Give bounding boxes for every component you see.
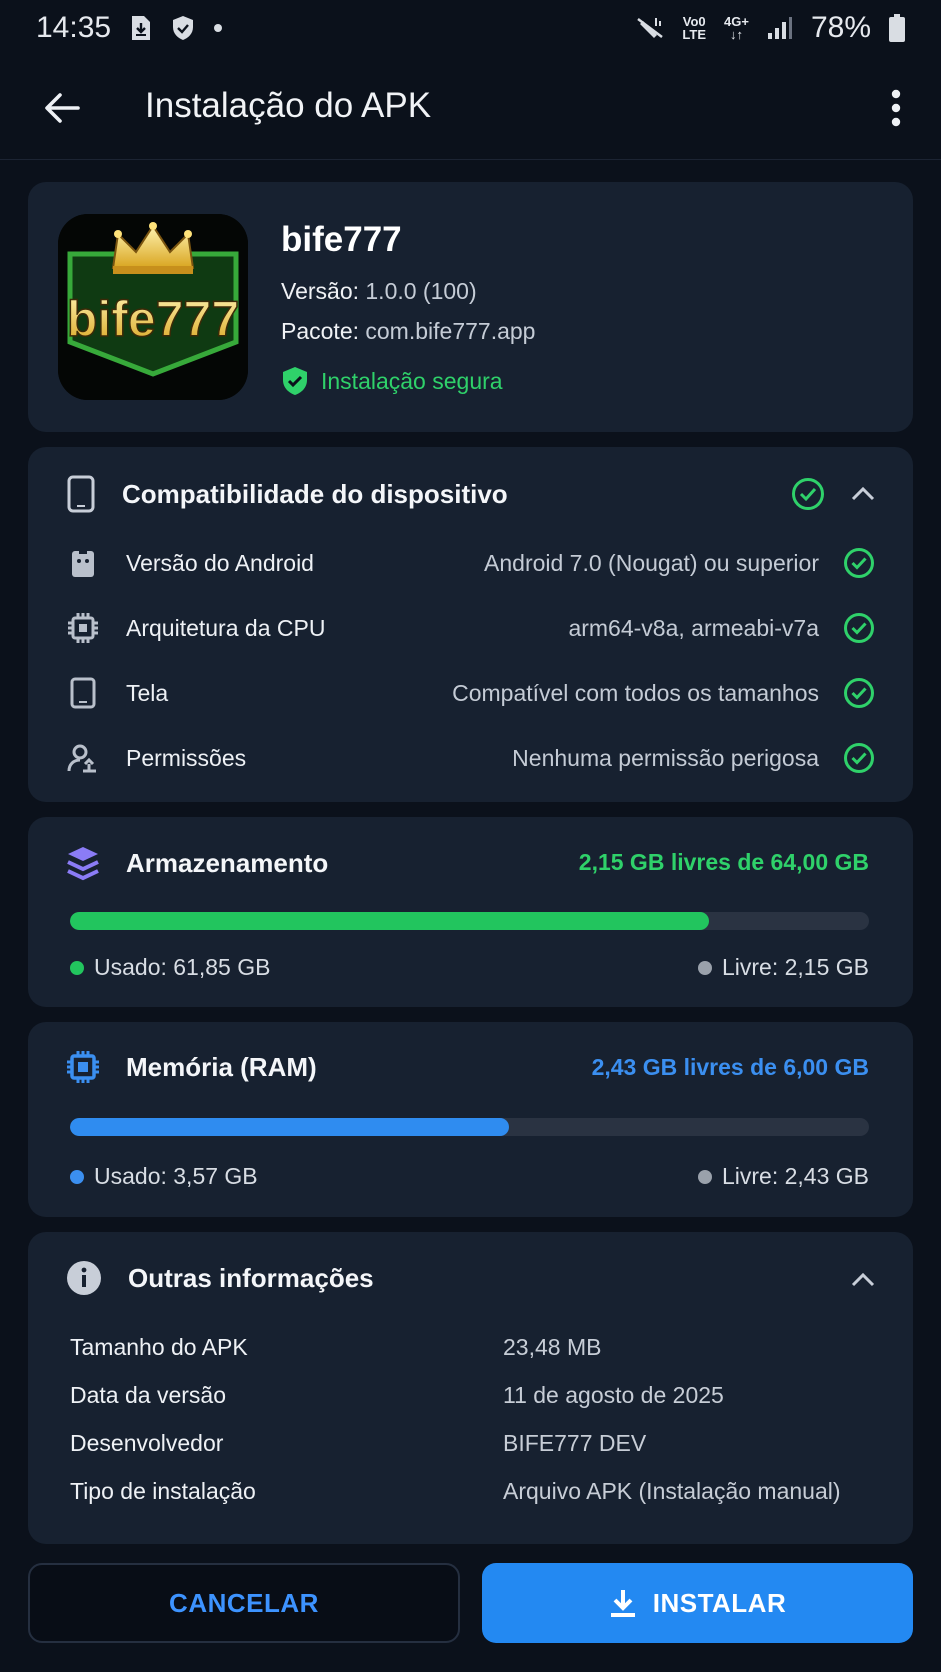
back-button[interactable]	[40, 86, 84, 130]
svg-text:bife777: bife777	[67, 291, 239, 347]
tablet-icon	[70, 677, 96, 709]
other-info-card: Outras informações Tamanho do APK 23,48 …	[28, 1232, 913, 1544]
check-circle-icon	[844, 743, 874, 773]
app-package: Pacote: com.bife777.app	[281, 318, 536, 344]
check-circle-icon	[844, 678, 874, 708]
memory-header: Memória (RAM)	[66, 1050, 317, 1084]
memory-used-legend: Usado: 3,57 GB	[70, 1163, 258, 1190]
info-icon	[67, 1261, 101, 1295]
memory-progress-bar	[70, 1118, 869, 1136]
storage-header: Armazenamento	[66, 845, 328, 881]
free-dot	[697, 1169, 712, 1184]
info-row-developer: Desenvolvedor BIFE777 DEV	[70, 1430, 647, 1456]
memory-progress-fill	[70, 1118, 510, 1136]
overflow-menu-button[interactable]	[881, 84, 911, 132]
status-bar: 14:35 Vo0 LTE 4G+ ↓↑ 78%	[0, 0, 941, 56]
memory-card: Memória (RAM) 2,43 GB livres de 6,00 GB …	[28, 1022, 913, 1217]
cpu-icon	[68, 613, 98, 643]
memory-summary: 2,43 GB livres de 6,00 GB	[591, 1054, 869, 1080]
clock: 14:35	[36, 11, 112, 44]
android-icon	[72, 548, 94, 577]
used-dot	[70, 1169, 84, 1184]
storage-progress-bar	[70, 912, 869, 930]
shield-notification-icon	[171, 15, 195, 41]
page-title: Instalação do APK	[145, 86, 432, 125]
chevron-up-icon[interactable]	[851, 487, 875, 501]
arrow-left-icon	[45, 93, 80, 123]
network-type-indicator: 4G+ ↓↑	[724, 14, 749, 42]
more-vertical-icon	[891, 89, 901, 127]
permission-icon	[67, 744, 96, 773]
phone-icon	[67, 475, 95, 513]
compat-row-permissions: Permissões Nenhuma permissão perigosa	[66, 738, 875, 778]
compatibility-card: Compatibilidade do dispositivo Versão do…	[28, 447, 913, 802]
used-dot	[70, 960, 84, 975]
info-row-release-date: Data da versão 11 de agosto de 2025	[70, 1382, 724, 1408]
info-row-install-type: Tipo de instalação Arquivo APK (Instalaç…	[70, 1478, 841, 1504]
app-bar: Instalação do APK	[0, 56, 941, 160]
storage-summary: 2,15 GB livres de 64,00 GB	[578, 849, 869, 875]
download-icon	[610, 1590, 635, 1617]
volte-indicator: Vo0 LTE	[682, 14, 707, 42]
check-circle-icon	[844, 613, 874, 643]
storage-free-legend: Livre: 2,15 GB	[697, 954, 869, 981]
check-circle-icon	[844, 548, 874, 578]
memory-free-legend: Livre: 2,43 GB	[697, 1163, 869, 1190]
storage-card: Armazenamento 2,15 GB livres de 64,00 GB…	[28, 817, 913, 1007]
check-circle-icon	[792, 478, 824, 510]
battery-percent: 78%	[810, 11, 871, 44]
mute-vibrate-icon	[636, 15, 664, 41]
compatibility-header[interactable]: Compatibilidade do dispositivo	[66, 475, 875, 513]
app-version: Versão: 1.0.0 (100)	[281, 278, 477, 304]
free-dot	[697, 960, 712, 975]
secure-install-badge: Instalação segura	[281, 366, 503, 396]
other-info-header[interactable]: Outras informações	[66, 1260, 875, 1296]
database-stack-icon	[67, 847, 99, 881]
memory-chip-icon	[67, 1051, 99, 1083]
app-logo: bife777	[58, 214, 248, 400]
info-row-apk-size: Tamanho do APK 23,48 MB	[70, 1334, 602, 1360]
signal-icon	[767, 16, 793, 40]
notification-dot-icon	[213, 23, 223, 33]
app-summary-card: bife777 bife777 Versão: 1.0.0 (100) Paco…	[28, 182, 913, 432]
download-notification-icon	[129, 15, 153, 41]
app-name: bife777	[281, 220, 402, 259]
shield-check-icon	[283, 367, 307, 395]
install-button[interactable]: INSTALAR	[482, 1563, 913, 1643]
compat-row-android: Versão do Android Android 7.0 (Nougat) o…	[66, 543, 875, 583]
cancel-button[interactable]: CANCELAR	[28, 1563, 460, 1643]
storage-used-legend: Usado: 61,85 GB	[70, 954, 270, 981]
compat-row-screen: Tela Compatível com todos os tamanhos	[66, 673, 875, 713]
storage-progress-fill	[70, 912, 710, 930]
chevron-up-icon[interactable]	[851, 1272, 875, 1287]
battery-icon	[889, 14, 905, 42]
compat-row-cpu: Arquitetura da CPU arm64-v8a, armeabi-v7…	[66, 608, 875, 648]
